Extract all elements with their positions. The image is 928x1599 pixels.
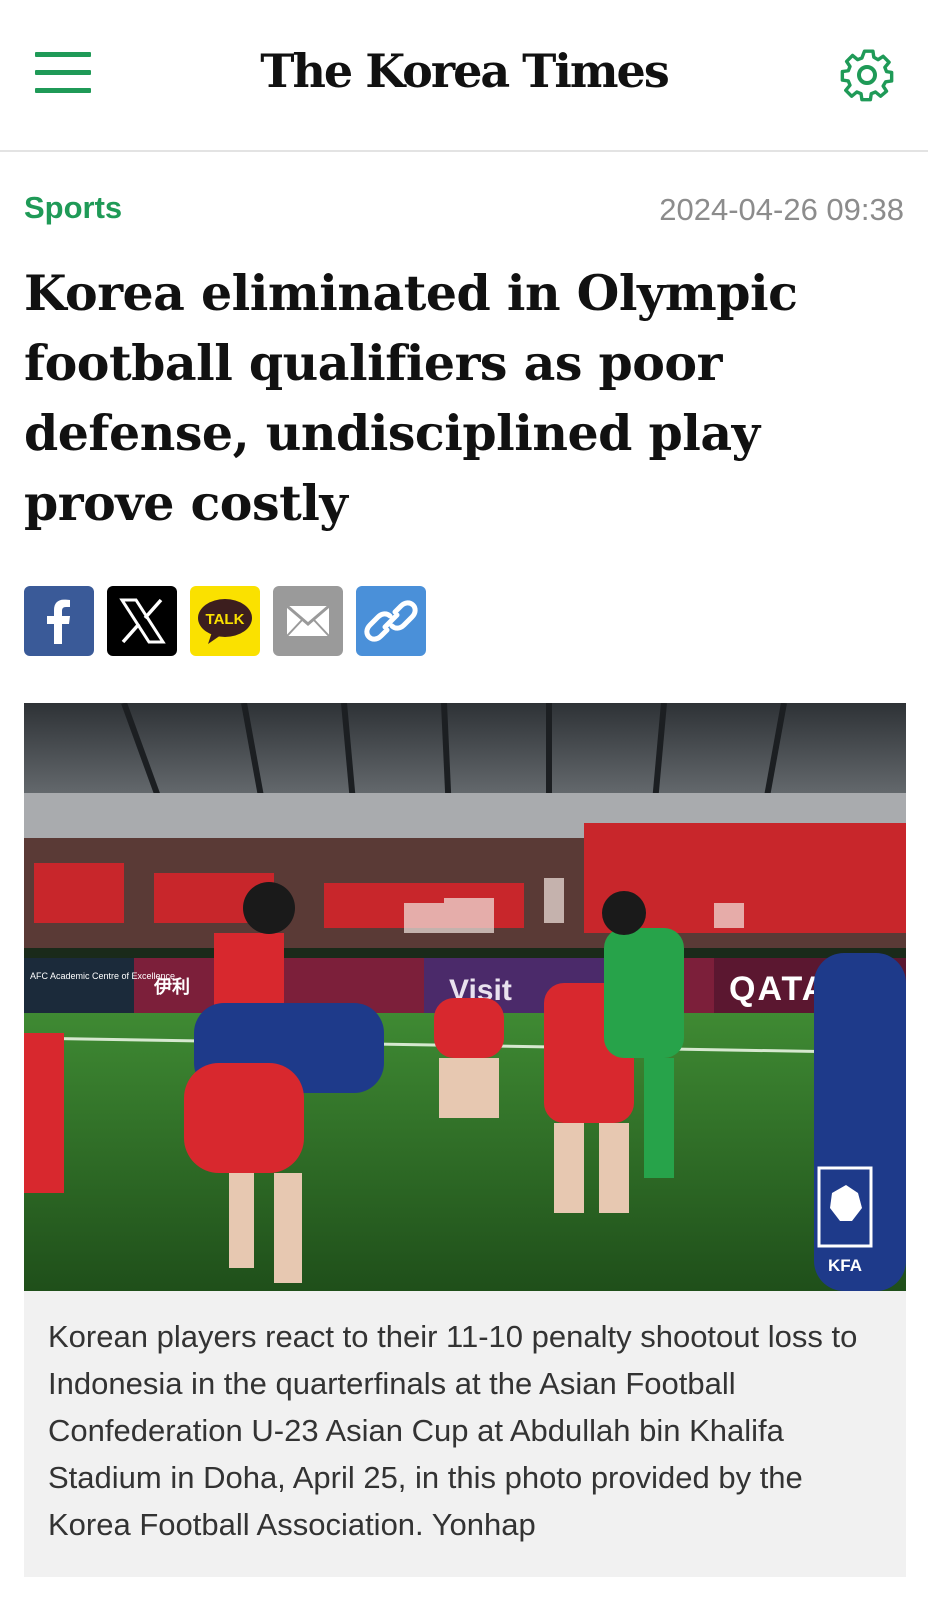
site-logo[interactable]: The Korea Times: [0, 44, 928, 98]
section-label[interactable]: Sports: [24, 190, 122, 226]
email-icon: [286, 604, 330, 637]
article-photo: AFC Academic Centre of Excellence 伊利 Vis…: [24, 703, 906, 1291]
x-share-button[interactable]: [107, 586, 177, 656]
facebook-icon: [47, 599, 70, 644]
copy-link-button[interactable]: [356, 586, 426, 656]
gear-icon[interactable]: [838, 46, 896, 104]
email-share-button[interactable]: [273, 586, 343, 656]
facebook-share-button[interactable]: [24, 586, 94, 656]
publish-date: 2024-04-26 09:38: [659, 192, 904, 227]
kakaotalk-share-button[interactable]: TALK: [190, 586, 260, 656]
photo-caption: Korean players react to their 11-10 pena…: [48, 1319, 858, 1542]
kfa-watermark: KFA: [828, 1256, 862, 1275]
x-icon: [119, 598, 166, 644]
board-brand-text: 伊利: [153, 976, 190, 997]
svg-text:TALK: TALK: [206, 611, 245, 628]
article-meta: Sports 2024-04-26 09:38: [24, 190, 904, 230]
article-headline: Korea eliminated in Olympic football qua…: [24, 264, 798, 532]
photo-caption-box: Korean players react to their 11-10 pena…: [24, 1291, 906, 1577]
app-header: The Korea Times: [0, 0, 928, 152]
kakaotalk-icon: TALK: [198, 599, 252, 644]
link-icon: [364, 600, 418, 642]
